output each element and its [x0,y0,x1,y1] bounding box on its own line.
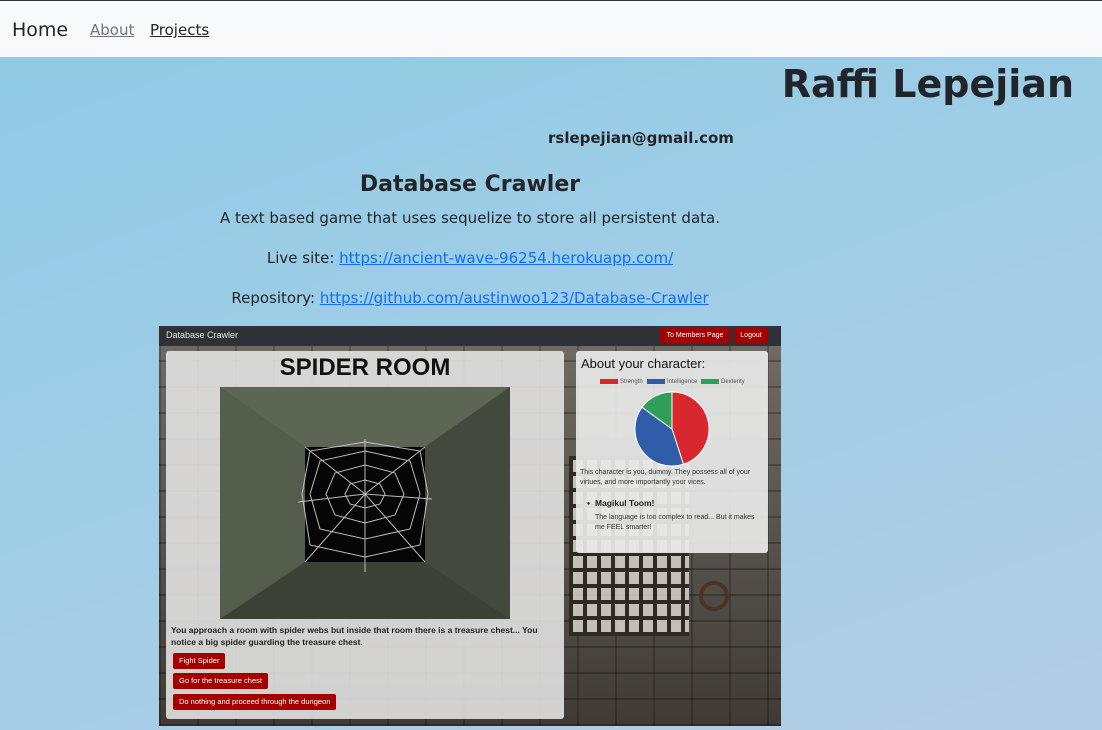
legend-label: Dexterity [721,379,745,386]
door-ring [699,581,729,611]
navbar: Home About Projects [0,0,1102,57]
proceed-button: Do nothing and proceed through the dunge… [173,694,337,710]
legend-item-intelligence: Intelligence [647,379,697,385]
legend-item-dexterity: Dexterity [701,379,745,385]
legend-swatch [600,379,618,384]
character-panel: About your character: Strength Intellige… [576,351,768,553]
app-title: Database Crawler [166,330,239,340]
room-panel: SPIDER ROOM You approach a room with spi… [166,351,564,719]
item-description: The language is too complex to read... B… [595,514,755,531]
room-title: SPIDER ROOM [279,354,451,381]
repository-label: Repository: [231,289,320,307]
legend-label: Strength [620,379,643,386]
repository-link[interactable]: https://github.com/austinwoo123/Database… [320,289,709,307]
character-description: This character is you, dummy. They posse… [580,469,751,486]
legend-swatch [647,379,665,384]
stats-pie-chart [634,391,710,467]
character-title: About your character: [581,356,706,371]
live-site-line: Live site: https://ancient-wave-96254.he… [0,249,940,267]
live-site-label: Live site: [266,249,340,267]
project-screenshot: Database Crawler To Members Page Logout … [159,326,781,726]
legend-label: Intelligence [667,379,698,386]
contact-email: rslepejian@gmail.com [548,129,734,147]
repository-line: Repository: https://github.com/austinwoo… [0,289,940,307]
about-link[interactable]: About [90,21,134,39]
members-page-button: To Members Page [660,328,730,343]
projects-link[interactable]: Projects [150,21,209,39]
treasure-chest-button: Go for the treasure chest [173,673,268,689]
fight-spider-button: Fight Spider [173,653,226,669]
logout-button: Logout [734,328,768,343]
project-title: Database Crawler [359,172,581,197]
project-description: A text based game that uses sequelize to… [219,209,720,227]
live-site-link[interactable]: https://ancient-wave-96254.herokuapp.com… [339,249,673,267]
room-description: You approach a room with spider webs but… [171,625,538,647]
legend-swatch [701,379,719,384]
home-link[interactable]: Home [12,19,68,41]
item-name: Magikul Toom! [587,498,654,508]
page-title: Raffi Lepejian [781,62,1074,106]
spider-web-image [220,387,510,619]
app-navbar: Database Crawler To Members Page Logout [159,326,781,346]
pie-legend: Strength Intelligence Dexterity [600,379,760,387]
legend-item-strength: Strength [600,379,643,385]
